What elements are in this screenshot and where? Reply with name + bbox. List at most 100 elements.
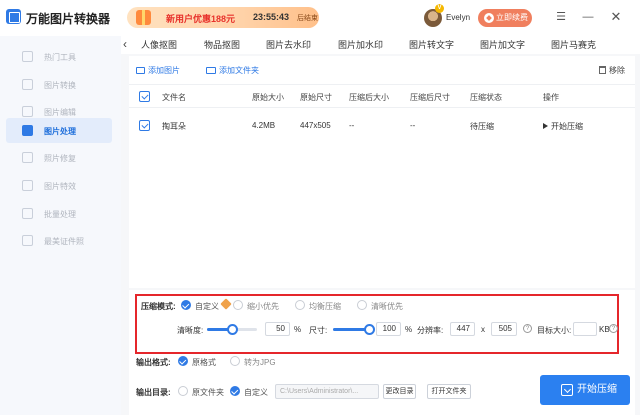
help-icon[interactable]: ? (523, 324, 532, 333)
sidebar-item-label: 图片特效 (44, 182, 76, 191)
dir-original-radio[interactable] (178, 386, 188, 396)
format-jpg-label[interactable]: 转为JPG (244, 357, 276, 368)
dir-original-label[interactable]: 原文件夹 (192, 387, 224, 398)
sidebar-item-image-process[interactable]: 图片处理 (6, 118, 112, 143)
sidebar-item-image-convert[interactable]: 图片转换 (6, 72, 112, 97)
sidebar-item-hot-tools[interactable]: 热门工具 (6, 44, 112, 69)
start-compress-label: 开始压缩 (577, 384, 617, 395)
cell-compressed-size: -- (349, 121, 355, 130)
compress-icon (561, 384, 573, 396)
output-format-label: 输出格式: (136, 358, 171, 367)
mode-balanced-radio[interactable] (295, 300, 305, 310)
resolution-width-input[interactable]: 447 (450, 322, 475, 336)
user-name[interactable]: Evelyn (446, 13, 470, 22)
tab-remove-watermark[interactable]: 图片去水印 (266, 38, 311, 51)
open-folder-button[interactable]: 打开文件夹 (427, 384, 471, 399)
tab-add-text[interactable]: 图片加文字 (480, 38, 525, 51)
sidebar: 热门工具 图片转换 图片编辑 图片处理 照片修复 图片特效 批量处理 最美证件照 (0, 36, 121, 415)
target-size-input[interactable] (573, 322, 597, 336)
hot-tools-icon (22, 51, 33, 62)
mode-clarity-label[interactable]: 清晰优先 (371, 301, 403, 312)
remove-button[interactable]: 移除 (599, 65, 625, 76)
col-header-original-size: 原始大小 (252, 93, 284, 102)
size-unit: % (405, 325, 413, 334)
image-process-icon (22, 125, 33, 136)
output-dir-label: 输出目录: (136, 388, 171, 397)
sidebar-item-photo-repair[interactable]: 照片修复 (6, 145, 112, 170)
menu-icon[interactable]: ☰ (554, 10, 568, 24)
tab-image-to-text[interactable]: 图片转文字 (409, 38, 454, 51)
mode-clarity-radio[interactable] (357, 300, 367, 310)
sidebar-item-id-photo[interactable]: 最美证件照 (6, 228, 112, 253)
tab-portrait-cutout[interactable]: 人像抠图 (141, 38, 177, 51)
mode-smaller-radio[interactable] (233, 300, 243, 310)
settings-panel: 压缩模式: 自定义 缩小优先 均衡压缩 清晰优先 清晰度: 50 % 尺寸: 1… (129, 290, 635, 415)
target-size-label: 目标大小: (537, 326, 572, 335)
tab-mosaic[interactable]: 图片马赛克 (551, 38, 596, 51)
dir-custom-label[interactable]: 自定义 (244, 387, 268, 398)
remove-label: 移除 (609, 66, 625, 75)
diamond-icon (484, 13, 494, 23)
promo-banner[interactable]: 新用户优惠188元 23:55:43 后结束 (127, 7, 319, 28)
clarity-input[interactable]: 50 (265, 322, 290, 336)
renew-button[interactable]: 立即续费 (478, 9, 532, 27)
close-icon[interactable]: ✕ (609, 10, 623, 24)
cell-compressed-dims: -- (410, 121, 416, 130)
table-row[interactable]: 掏耳朵 4.2MB 447x505 -- -- 待压缩 开始压缩 (129, 114, 635, 138)
batch-icon (22, 208, 33, 219)
size-slider-thumb[interactable] (363, 324, 375, 335)
photo-repair-icon (22, 152, 33, 163)
output-path-field[interactable]: C:\Users\Administrator\... (275, 384, 379, 399)
clarity-slider[interactable] (207, 324, 257, 335)
add-picture-label: 添加图片 (148, 66, 180, 75)
sidebar-item-batch[interactable]: 批量处理 (6, 201, 112, 226)
add-image-icon (136, 67, 145, 74)
row-checkbox[interactable] (139, 120, 150, 131)
add-picture-button[interactable]: 添加图片 (136, 65, 180, 76)
start-compress-row-button[interactable]: 开始压缩 (543, 121, 583, 132)
dir-custom-radio[interactable] (230, 386, 240, 396)
row-action-label: 开始压缩 (551, 122, 583, 131)
start-compress-button[interactable]: 开始压缩 (540, 375, 630, 405)
minimize-icon[interactable]: — (581, 10, 595, 24)
sidebar-item-label: 图片转换 (44, 81, 76, 90)
gift-icon (136, 10, 151, 25)
size-input[interactable]: 100 (376, 322, 401, 336)
vip-badge: V (435, 4, 444, 13)
promo-text: 新用户优惠188元 (166, 14, 236, 24)
col-header-original-dims: 原始尺寸 (300, 93, 332, 102)
mode-custom-label[interactable]: 自定义 (195, 301, 219, 312)
format-jpg-radio[interactable] (230, 356, 240, 366)
target-size-unit: KB (599, 325, 610, 334)
size-slider[interactable] (333, 324, 375, 335)
col-header-status: 压缩状态 (470, 93, 502, 102)
resolution-separator: x (481, 325, 485, 334)
format-original-radio[interactable] (178, 356, 188, 366)
clarity-label: 清晰度: (177, 326, 204, 335)
sidebar-item-label: 热门工具 (44, 53, 76, 62)
compress-settings-box: 压缩模式: 自定义 缩小优先 均衡压缩 清晰优先 清晰度: 50 % 尺寸: 1… (135, 294, 619, 354)
image-edit-icon (22, 106, 33, 117)
select-all-checkbox[interactable] (139, 91, 150, 102)
resolution-height-input[interactable]: 505 (491, 322, 517, 336)
app-title: 万能图片转换器 (26, 12, 111, 26)
mode-smaller-label[interactable]: 缩小优先 (247, 301, 279, 312)
tabs: 人像抠图 物品抠图 图片去水印 图片加水印 图片转文字 图片加文字 图片马赛克 (141, 36, 640, 54)
id-photo-icon (22, 235, 33, 246)
promo-countdown: 23:55:43 (253, 12, 290, 22)
mode-custom-radio[interactable] (181, 300, 191, 310)
change-dir-button[interactable]: 更改目录 (383, 384, 416, 399)
resolution-label: 分辨率: (417, 326, 444, 335)
tab-object-cutout[interactable]: 物品抠图 (204, 38, 240, 51)
cell-status: 待压缩 (470, 122, 494, 131)
clarity-slider-thumb[interactable] (226, 324, 238, 335)
sidebar-item-image-effects[interactable]: 图片特效 (6, 173, 112, 198)
tab-add-watermark[interactable]: 图片加水印 (338, 38, 383, 51)
mode-balanced-label[interactable]: 均衡压缩 (309, 301, 341, 312)
add-folder-button[interactable]: 添加文件夹 (206, 65, 259, 76)
help-icon[interactable]: ? (609, 324, 618, 333)
format-original-label[interactable]: 原格式 (192, 357, 216, 368)
play-icon (543, 123, 548, 129)
col-header-compressed-dims: 压缩后尺寸 (410, 93, 450, 102)
chevron-left-icon[interactable]: ‹ (123, 37, 127, 51)
